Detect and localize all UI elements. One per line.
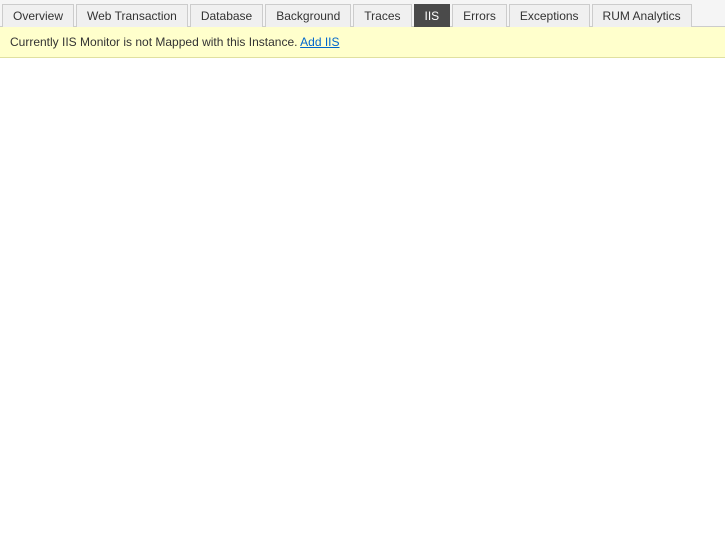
tab-database[interactable]: Database [190,4,263,27]
tab-exceptions[interactable]: Exceptions [509,4,590,27]
add-iis-link[interactable]: Add IIS [300,35,339,49]
tab-overview[interactable]: Overview [2,4,74,27]
tab-web-transaction[interactable]: Web Transaction [76,4,188,27]
content-area [0,58,725,538]
tab-background[interactable]: Background [265,4,351,27]
notification-message: Currently IIS Monitor is not Mapped with… [10,35,300,49]
tab-bar: OverviewWeb TransactionDatabaseBackgroun… [0,0,725,27]
tab-rum-analytics[interactable]: RUM Analytics [592,4,692,27]
tab-traces[interactable]: Traces [353,4,411,27]
tab-iis[interactable]: IIS [414,4,451,27]
tab-errors[interactable]: Errors [452,4,507,27]
notification-bar: Currently IIS Monitor is not Mapped with… [0,27,725,58]
